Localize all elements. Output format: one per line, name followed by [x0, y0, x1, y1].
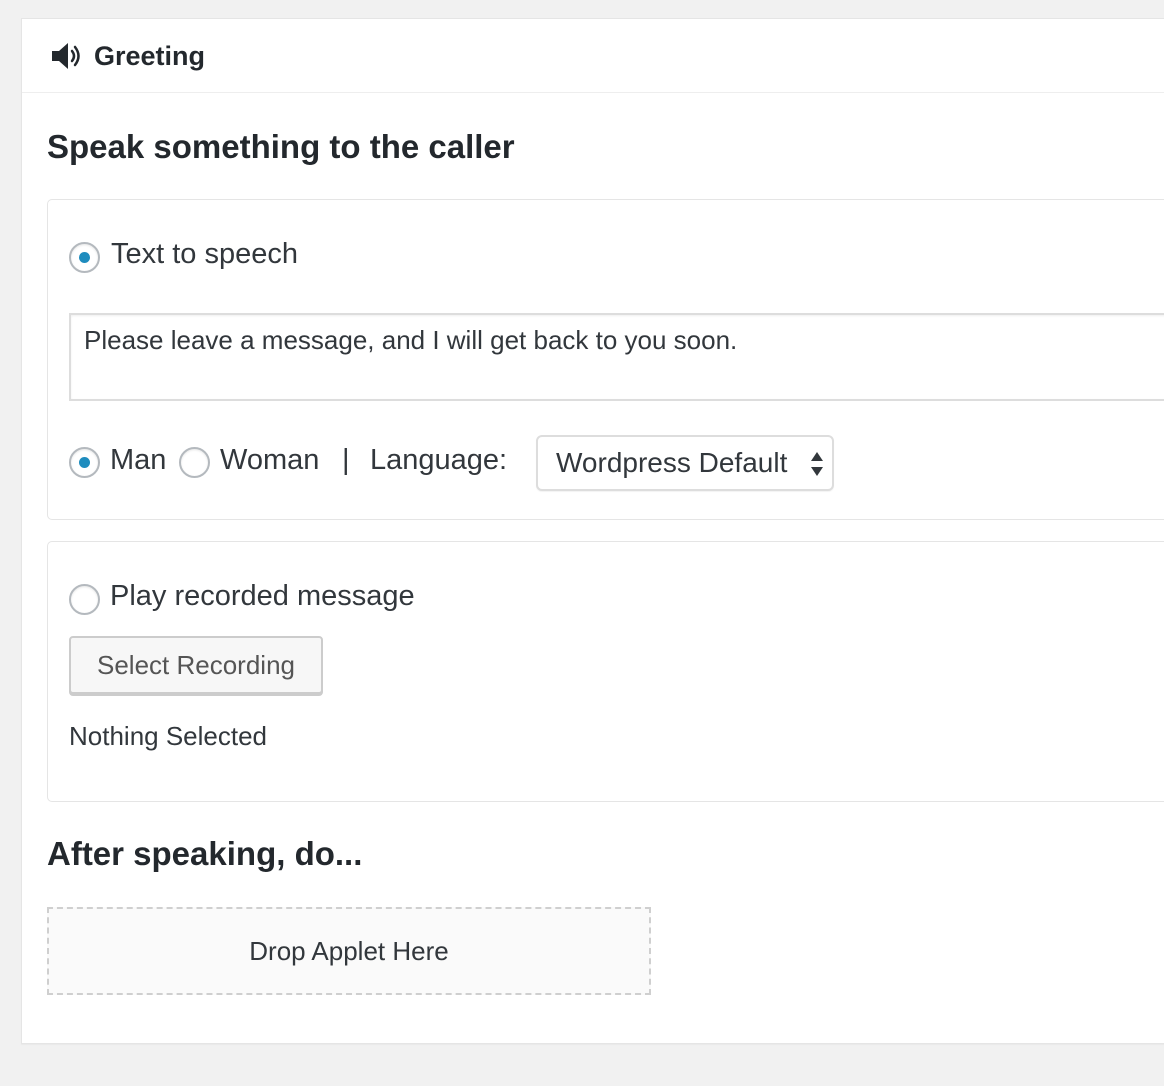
voice-woman-label: Woman — [220, 444, 320, 476]
tts-message-textarea[interactable]: Please leave a message, and I will get b… — [69, 313, 1164, 401]
speaker-icon — [50, 41, 84, 71]
voice-man-radio[interactable] — [69, 447, 100, 478]
panel-title: Greeting — [94, 41, 206, 71]
recorded-option-box: Play recorded message Select Recording N… — [47, 541, 1164, 802]
select-recording-button[interactable]: Select Recording — [69, 636, 323, 694]
voice-separator: | — [342, 444, 350, 476]
recorded-radio[interactable] — [69, 584, 100, 615]
voice-man-label: Man — [110, 444, 167, 476]
recording-status: Nothing Selected — [69, 721, 268, 751]
tts-radio[interactable] — [69, 242, 100, 273]
select-arrows-icon — [810, 450, 824, 478]
language-select-value: Wordpress Default — [556, 447, 788, 478]
tts-option-box: Text to speech Please leave a message, a… — [47, 199, 1164, 520]
applet-dropzone[interactable]: Drop Applet Here — [47, 907, 651, 995]
greeting-panel: Greeting Speak something to the caller T… — [21, 18, 1164, 1044]
language-select[interactable]: Wordpress Default — [536, 435, 834, 491]
voice-woman-radio[interactable] — [179, 447, 210, 478]
recorded-label: Play recorded message — [110, 580, 415, 612]
tts-label: Text to speech — [111, 238, 298, 270]
panel-header: Greeting — [22, 19, 1164, 93]
tts-message-text: Please leave a message, and I will get b… — [84, 325, 738, 355]
after-heading: After speaking, do... — [47, 835, 363, 872]
speak-heading: Speak something to the caller — [47, 128, 515, 165]
language-label: Language: — [370, 444, 508, 476]
